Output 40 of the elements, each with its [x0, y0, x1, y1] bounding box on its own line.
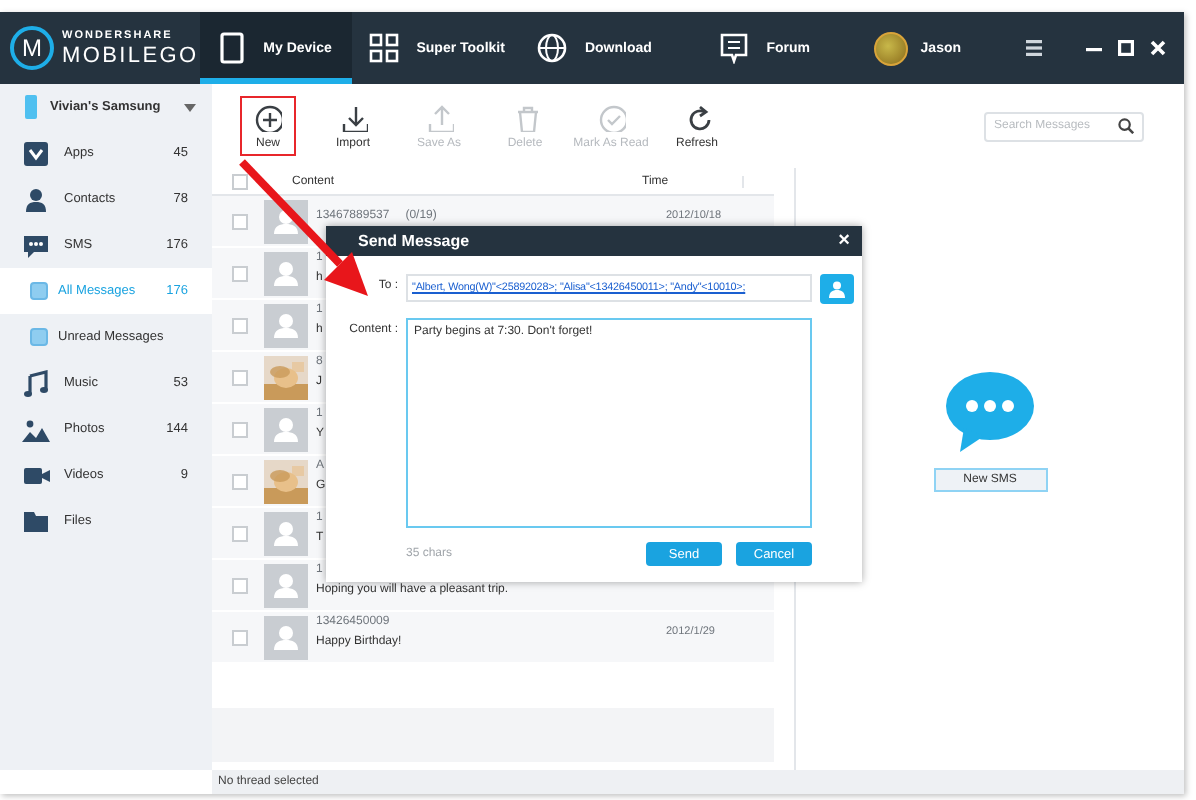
folder-icon: [22, 507, 50, 535]
row-checkbox[interactable]: [232, 369, 248, 385]
app-box-icon: [22, 139, 50, 167]
row-checkbox[interactable]: [232, 473, 248, 489]
avatar-icon[interactable]: [874, 31, 909, 65]
phone-icon: [24, 94, 38, 120]
select-all-checkbox[interactable]: [232, 173, 248, 189]
upload-tray-icon: [425, 103, 453, 131]
close-icon[interactable]: [1150, 40, 1166, 56]
message-folder-icon: [30, 282, 48, 300]
grid-icon: [368, 32, 401, 64]
row-checkbox[interactable]: [232, 317, 248, 333]
row-checkbox[interactable]: [232, 265, 248, 281]
globe-icon: [536, 32, 569, 64]
message-folder-icon: [30, 328, 48, 346]
search-icon: [1118, 118, 1134, 134]
download-tray-icon: [339, 103, 367, 131]
close-button[interactable]: ×: [838, 231, 850, 251]
dialog-title: Send Message: [358, 232, 470, 250]
row-checkbox[interactable]: [232, 213, 248, 229]
chat-icon: [718, 32, 751, 64]
device-icon: [215, 32, 248, 64]
logo-mark: M: [10, 26, 54, 70]
message-icon: [22, 231, 50, 259]
chat-bubble-icon: [944, 368, 1036, 456]
row-checkbox[interactable]: [232, 577, 248, 593]
row-checkbox[interactable]: [232, 525, 248, 541]
mountain-icon: [22, 415, 50, 443]
maximize-icon[interactable]: [1118, 40, 1134, 56]
dropdown-caret-icon[interactable]: [184, 103, 196, 111]
row-checkbox[interactable]: [232, 421, 248, 437]
menu-icon[interactable]: [1026, 40, 1042, 56]
person-icon: [22, 185, 50, 213]
avatar-icon: [264, 563, 308, 607]
row-checkbox[interactable]: [232, 629, 248, 645]
logo-text: MOBILEGO: [62, 43, 199, 67]
person-icon: [828, 280, 846, 298]
avatar-icon: [264, 615, 308, 659]
contact-picker-button[interactable]: [820, 274, 854, 304]
music-note-icon: [22, 369, 50, 397]
